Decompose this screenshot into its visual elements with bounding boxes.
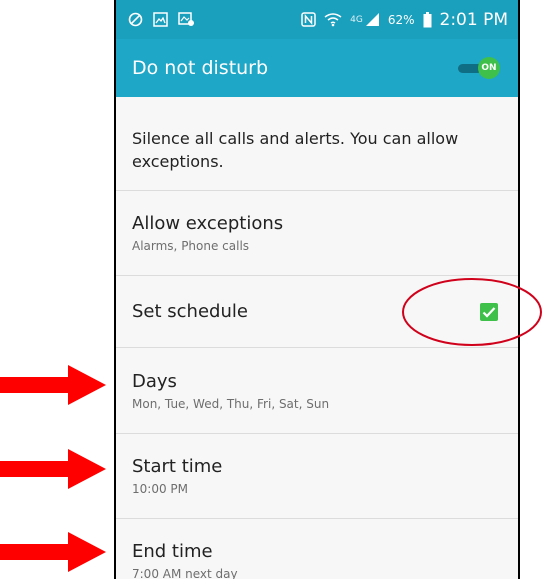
set-schedule-item[interactable]: Set schedule (116, 276, 518, 348)
red-arrow-end-time-annotation (0, 532, 106, 572)
set-schedule-checkbox[interactable] (480, 302, 498, 321)
signal-icon (365, 12, 380, 27)
red-arrow-start-time-annotation (0, 449, 106, 489)
media-icon (178, 12, 195, 27)
action-bar: Do not disturb ON (116, 39, 518, 97)
page-title: Do not disturb (132, 57, 269, 79)
settings-list: Silence all calls and alerts. You can al… (116, 97, 518, 579)
allow-exceptions-item[interactable]: Allow exceptions Alarms, Phone calls (116, 191, 518, 276)
end-time-title: End time (132, 541, 213, 562)
status-bar: 4G 62% 2:01 PM (116, 0, 518, 39)
set-schedule-title: Set schedule (132, 301, 248, 322)
screenshot-stage: 4G 62% 2:01 PM Do not disturb ON Silence… (0, 0, 543, 579)
days-summary: Mon, Tue, Wed, Thu, Fri, Sat, Sun (132, 396, 330, 411)
battery-percent: 62% (387, 12, 415, 27)
days-title: Days (132, 370, 177, 392)
checkmark-icon (482, 306, 496, 318)
toggle-label: ON (481, 63, 497, 73)
end-time-value: 7:00 AM next day (132, 567, 238, 579)
block-icon (128, 12, 143, 27)
end-time-item[interactable]: End time 7:00 AM next day (116, 519, 518, 579)
toggle-knob: ON (478, 57, 500, 79)
allow-exceptions-title: Allow exceptions (132, 213, 284, 234)
start-time-value: 10:00 PM (132, 482, 188, 496)
network-type-label: 4G (350, 14, 363, 25)
description-text: Silence all calls and alerts. You can al… (116, 97, 518, 191)
days-item[interactable]: Days Mon, Tue, Wed, Thu, Fri, Sat, Sun (116, 348, 518, 434)
status-system-icons: 4G 62% 2:01 PM (301, 10, 508, 30)
red-arrow-days-annotation (0, 365, 106, 405)
status-notification-icons (128, 12, 195, 27)
do-not-disturb-toggle[interactable]: ON (456, 57, 500, 79)
nfc-icon (301, 12, 316, 27)
image-icon (153, 12, 168, 27)
start-time-item[interactable]: Start time 10:00 PM (116, 434, 518, 519)
start-time-title: Start time (132, 456, 223, 477)
status-clock: 2:01 PM (439, 9, 509, 30)
allow-exceptions-summary: Alarms, Phone calls (132, 239, 250, 253)
battery-icon (423, 11, 432, 28)
wifi-icon (324, 12, 342, 27)
phone-screen: 4G 62% 2:01 PM Do not disturb ON Silence… (114, 0, 520, 579)
